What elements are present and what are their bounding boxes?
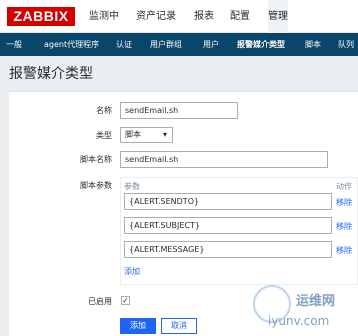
remove-param-link[interactable]: 移除: [336, 221, 352, 232]
params-column-header: 参数: [124, 182, 140, 191]
script-name-label: 脚本名称: [80, 155, 112, 164]
cancel-button[interactable]: 取消: [161, 318, 197, 334]
subnav-users[interactable]: 用户: [203, 33, 219, 56]
add-param-link[interactable]: 添加: [124, 266, 140, 277]
menu-administration[interactable]: 管理: [263, 0, 293, 33]
type-label: 类型: [96, 131, 112, 140]
enabled-checkbox[interactable]: ✓: [121, 296, 130, 305]
menu-monitoring[interactable]: 监测中: [89, 0, 119, 33]
watermark-url: iyunv.com: [268, 314, 330, 328]
watermark-title: 运维网: [296, 294, 336, 309]
name-input[interactable]: sendEmail.sh: [120, 102, 238, 119]
subnav-media-types[interactable]: 报警媒介类型: [237, 33, 285, 56]
type-select-value: 脚本: [125, 130, 141, 139]
zabbix-logo[interactable]: ZABBIX: [7, 7, 75, 26]
param-input-sendto[interactable]: {ALERT.SENDTO}: [124, 193, 332, 210]
param-input-subject[interactable]: {ALERT.SUBJECT}: [124, 217, 332, 234]
top-navigation: ZABBIX 监测中 资产记录 报表 配置 管理: [0, 0, 358, 33]
name-label: 名称: [96, 106, 112, 115]
subnav-authentication[interactable]: 认证: [116, 33, 132, 56]
subnav-proxies[interactable]: agent代理程序: [44, 33, 99, 56]
chevron-down-icon: ▾: [162, 130, 167, 139]
script-name-input[interactable]: sendEmail.sh: [120, 151, 328, 168]
menu-reports[interactable]: 报表: [194, 0, 214, 33]
page-title: 报警媒介类型: [9, 66, 93, 82]
param-input-message[interactable]: {ALERT.MESSAGE}: [124, 241, 332, 258]
action-column-header: 动作: [336, 182, 352, 191]
subnav-queue[interactable]: 队列: [338, 33, 354, 56]
menu-configuration[interactable]: 配置: [230, 0, 250, 33]
enabled-label: 已启用: [88, 297, 112, 306]
remove-param-link[interactable]: 移除: [336, 197, 352, 208]
subnav-general[interactable]: 一般: [6, 33, 22, 56]
sub-navigation: 一般 agent代理程序 认证 用户群组 用户 报警媒介类型 脚本 队列: [0, 33, 358, 56]
remove-param-link[interactable]: 移除: [336, 245, 352, 256]
script-params-label: 脚本参数: [80, 181, 112, 190]
menu-inventory[interactable]: 资产记录: [136, 0, 176, 33]
type-select[interactable]: 脚本 ▾: [120, 127, 173, 143]
subnav-user-groups[interactable]: 用户群组: [150, 33, 182, 56]
add-button[interactable]: 添加: [120, 318, 156, 334]
subnav-scripts[interactable]: 脚本: [305, 33, 321, 56]
